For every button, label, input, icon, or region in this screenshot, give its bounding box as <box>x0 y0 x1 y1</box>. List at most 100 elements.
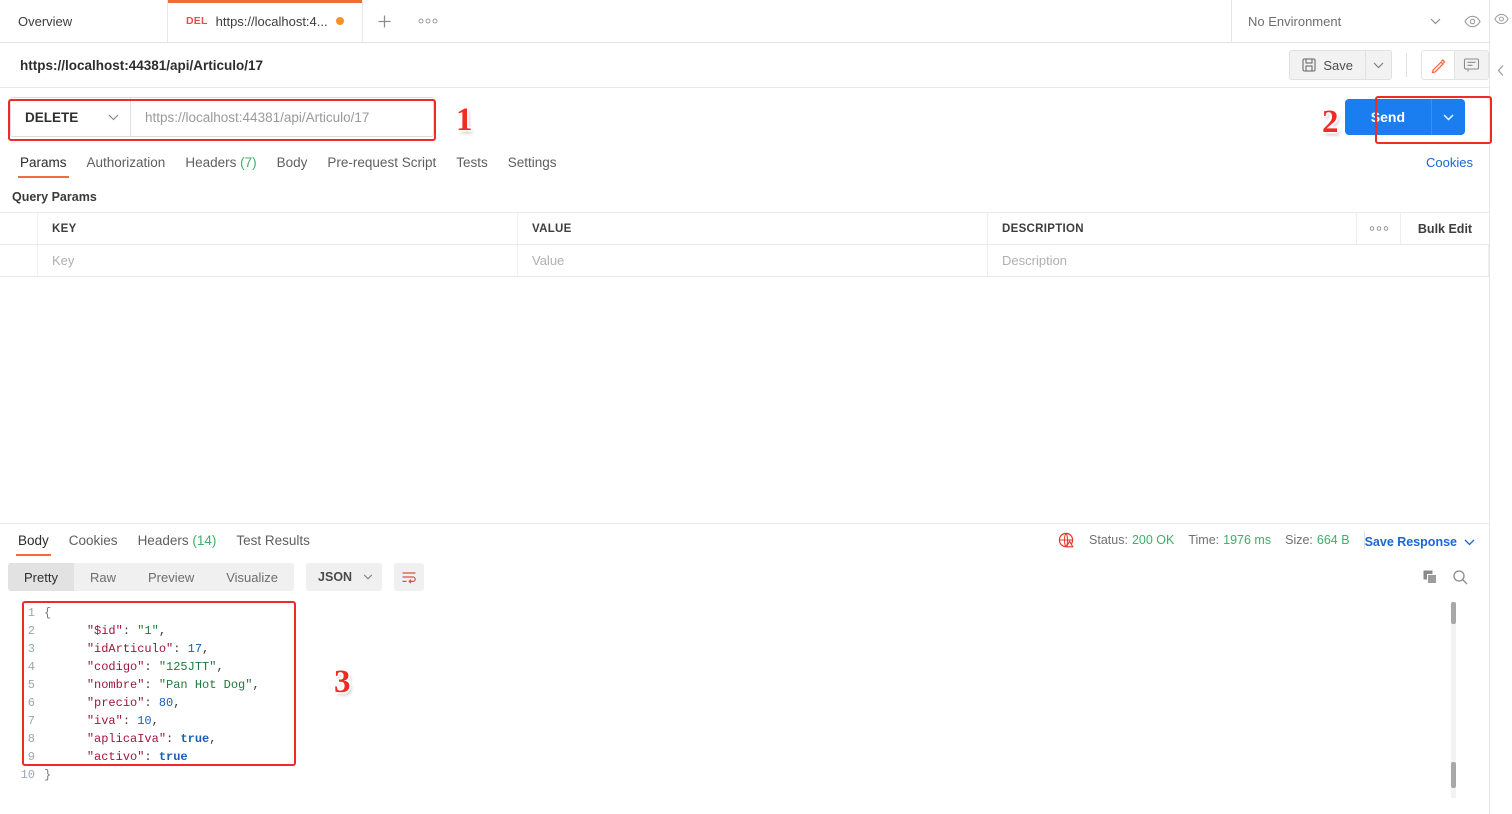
view-raw-button[interactable]: Raw <box>74 563 132 591</box>
fold-brace-close[interactable]: } <box>44 766 58 784</box>
request-tab-pre-request-script[interactable]: Pre-request Script <box>317 155 446 178</box>
size-label: Size: <box>1285 533 1313 547</box>
request-url-bar: DELETE <box>10 97 434 137</box>
ellipsis-icon <box>418 18 438 24</box>
response-language-value: JSON <box>318 570 353 584</box>
environment-selector[interactable]: No Environment <box>1231 0 1455 42</box>
view-visualize-button[interactable]: Visualize <box>210 563 294 591</box>
line-number: 1 <box>27 606 35 620</box>
response-tab-headers-label: Headers <box>137 533 189 548</box>
comments-button[interactable] <box>1455 50 1489 80</box>
response-tab-test-results[interactable]: Test Results <box>226 533 320 556</box>
line-number: 2 <box>27 624 35 638</box>
table-row[interactable]: Key Value Description <box>0 245 1489 277</box>
table-header-row: KEY VALUE DESCRIPTION Bulk Edit <box>0 213 1489 245</box>
tab-overview[interactable]: Overview <box>0 0 168 42</box>
line-number: 4 <box>27 660 35 674</box>
request-tab-params-label: Params <box>20 155 67 170</box>
tab-strip: Overview DEL https://localhost:4... No E… <box>0 0 1489 43</box>
line-number: 7 <box>27 714 35 728</box>
request-tab-body[interactable]: Body <box>267 155 318 178</box>
query-params-table: KEY VALUE DESCRIPTION Bulk Edit Key Valu… <box>0 212 1489 277</box>
row-checkbox-cell[interactable] <box>0 245 38 276</box>
environment-quick-look-button[interactable] <box>1455 0 1489 42</box>
response-tab-body[interactable]: Body <box>8 533 59 556</box>
send-options-button[interactable] <box>1431 99 1465 135</box>
word-wrap-button[interactable] <box>394 563 425 591</box>
view-preview-button[interactable]: Preview <box>132 563 210 591</box>
response-scrollbar-thumb-top[interactable] <box>1451 602 1456 624</box>
line-number: 5 <box>27 678 35 692</box>
plus-icon <box>378 15 391 27</box>
param-key-input[interactable]: Key <box>38 245 518 276</box>
request-tab-authorization[interactable]: Authorization <box>77 155 176 178</box>
response-tab-headers[interactable]: Headers (14) <box>128 533 227 556</box>
response-body-viewer[interactable]: 1 2 3 4 5 6 7 8 9 10 { } "$id": "1", "id… <box>0 598 1489 810</box>
request-tab-settings[interactable]: Settings <box>498 155 567 178</box>
line-number: 8 <box>27 732 35 746</box>
ellipsis-icon <box>1369 226 1388 231</box>
send-button[interactable]: Send <box>1344 99 1431 135</box>
response-tab-headers-count: (14) <box>192 533 217 548</box>
query-params-more-button[interactable] <box>1357 213 1401 244</box>
query-params-section: Query Params KEY VALUE DESCRIPTION Bulk <box>0 178 1489 523</box>
response-meta: Status: 200 OK Time: 1976 ms Size: 664 B <box>1058 531 1365 556</box>
request-tab-params[interactable]: Params <box>10 155 77 178</box>
json-code-content[interactable]: "$id": "1", "idArticulo": 17, "codigo": … <box>58 598 1489 810</box>
copy-icon <box>1423 570 1437 584</box>
page-title: https://localhost:44381/api/Articulo/17 <box>20 57 264 73</box>
line-number-gutter: 1 2 3 4 5 6 7 8 9 10 <box>0 598 44 810</box>
code-fold-column[interactable]: { } <box>44 598 58 810</box>
response-header-row: Body Cookies Headers (14) Test Results S… <box>0 523 1489 556</box>
response-tab-body-label: Body <box>18 533 49 548</box>
bulk-edit-button[interactable]: Bulk Edit <box>1401 213 1489 244</box>
eye-icon[interactable] <box>1493 12 1509 30</box>
http-method-select[interactable]: DELETE <box>11 98 131 136</box>
param-description-input[interactable]: Description <box>988 245 1489 276</box>
line-number: 10 <box>20 768 35 782</box>
tabs-more-button[interactable] <box>406 0 449 42</box>
save-disk-icon <box>1302 58 1316 72</box>
http-method-value: DELETE <box>25 109 79 125</box>
send-group: Send <box>1344 99 1465 135</box>
save-response-button[interactable]: Save Response <box>1365 535 1475 556</box>
new-tab-button[interactable] <box>362 0 407 42</box>
response-tab-test-results-label: Test Results <box>236 533 310 548</box>
collapse-panel-icon[interactable] <box>1495 64 1508 82</box>
view-mode-group <box>1421 50 1489 80</box>
line-number: 3 <box>27 642 35 656</box>
search-response-button[interactable] <box>1445 569 1475 586</box>
response-scrollbar-thumb-bottom[interactable] <box>1451 762 1456 788</box>
toolbar-divider <box>1406 53 1407 77</box>
header-checkbox-cell <box>0 213 38 244</box>
copy-response-button[interactable] <box>1415 569 1445 586</box>
param-value-input[interactable]: Value <box>518 245 988 276</box>
request-tabs: Params Authorization Headers (7) Body Pr… <box>0 146 1489 178</box>
right-sidebar <box>1489 0 1512 814</box>
tab-overview-label: Overview <box>18 13 73 29</box>
save-options-button[interactable] <box>1365 50 1392 80</box>
request-url-input[interactable] <box>131 98 433 136</box>
edit-request-button[interactable] <box>1421 50 1455 80</box>
tab-request-delete-articulo[interactable]: DEL https://localhost:4... <box>168 0 363 42</box>
response-view-segmented-control: Pretty Raw Preview Visualize <box>8 563 295 591</box>
request-header-row: https://localhost:44381/api/Articulo/17 … <box>0 43 1489 88</box>
save-button[interactable]: Save <box>1289 50 1365 80</box>
request-tab-tests[interactable]: Tests <box>446 155 498 178</box>
cookies-link[interactable]: Cookies <box>1426 155 1473 178</box>
response-tab-cookies[interactable]: Cookies <box>59 533 128 556</box>
size-value: 664 B <box>1316 533 1350 547</box>
request-tab-headers[interactable]: Headers (7) <box>175 155 266 178</box>
request-pane-empty-area <box>0 277 1489 523</box>
view-pretty-button[interactable]: Pretty <box>8 563 74 591</box>
response-format-row: Pretty Raw Preview Visualize JSON <box>0 556 1489 598</box>
main-column: Overview DEL https://localhost:4... No E… <box>0 0 1492 814</box>
request-tab-settings-label: Settings <box>507 155 557 170</box>
unsaved-changes-dot <box>335 17 344 25</box>
request-url-row: DELETE Send <box>0 88 1489 146</box>
pencil-icon <box>1431 58 1445 73</box>
fold-brace-open[interactable]: { <box>44 604 58 622</box>
save-button-label: Save <box>1323 57 1353 73</box>
response-tab-cookies-label: Cookies <box>68 533 118 548</box>
response-language-select[interactable]: JSON <box>306 563 383 591</box>
